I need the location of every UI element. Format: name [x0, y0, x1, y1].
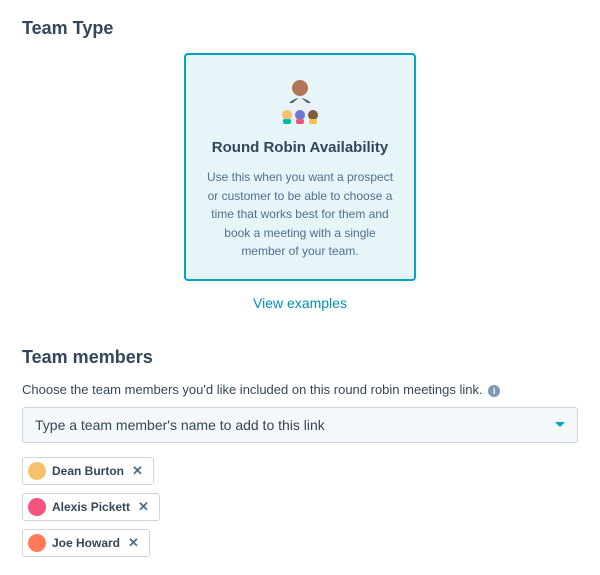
- member-chip-label: Dean Burton: [52, 464, 124, 478]
- round-robin-card[interactable]: Round Robin Availability Use this when y…: [184, 53, 416, 281]
- remove-member-icon[interactable]: ✕: [130, 464, 145, 477]
- round-robin-card-description: Use this when you want a prospect or cus…: [204, 168, 396, 261]
- round-robin-illustration-icon: [265, 75, 335, 125]
- member-chip[interactable]: Alexis Pickett ✕: [22, 493, 160, 521]
- remove-member-icon[interactable]: ✕: [126, 536, 141, 549]
- avatar: [28, 534, 46, 552]
- team-members-subtext: Choose the team members you'd like inclu…: [22, 382, 578, 397]
- member-chip-label: Alexis Pickett: [52, 500, 130, 514]
- team-members-heading: Team members: [22, 347, 578, 368]
- team-member-select[interactable]: Type a team member's name to add to this…: [22, 407, 578, 443]
- team-type-heading: Team Type: [22, 18, 578, 39]
- team-member-select-placeholder: Type a team member's name to add to this…: [35, 417, 325, 433]
- team-type-card-container: Round Robin Availability Use this when y…: [22, 53, 578, 311]
- round-robin-card-title: Round Robin Availability: [204, 139, 396, 156]
- info-icon[interactable]: i: [488, 385, 500, 397]
- team-members-subtext-text: Choose the team members you'd like inclu…: [22, 382, 483, 397]
- avatar: [28, 462, 46, 480]
- member-chip[interactable]: Dean Burton ✕: [22, 457, 154, 485]
- member-chip-label: Joe Howard: [52, 536, 120, 550]
- avatar: [28, 498, 46, 516]
- view-examples-link[interactable]: View examples: [253, 295, 347, 311]
- chevron-down-icon: [555, 422, 565, 427]
- remove-member-icon[interactable]: ✕: [136, 500, 151, 513]
- selected-members-list: Dean Burton ✕ Alexis Pickett ✕ Joe Howar…: [22, 457, 578, 557]
